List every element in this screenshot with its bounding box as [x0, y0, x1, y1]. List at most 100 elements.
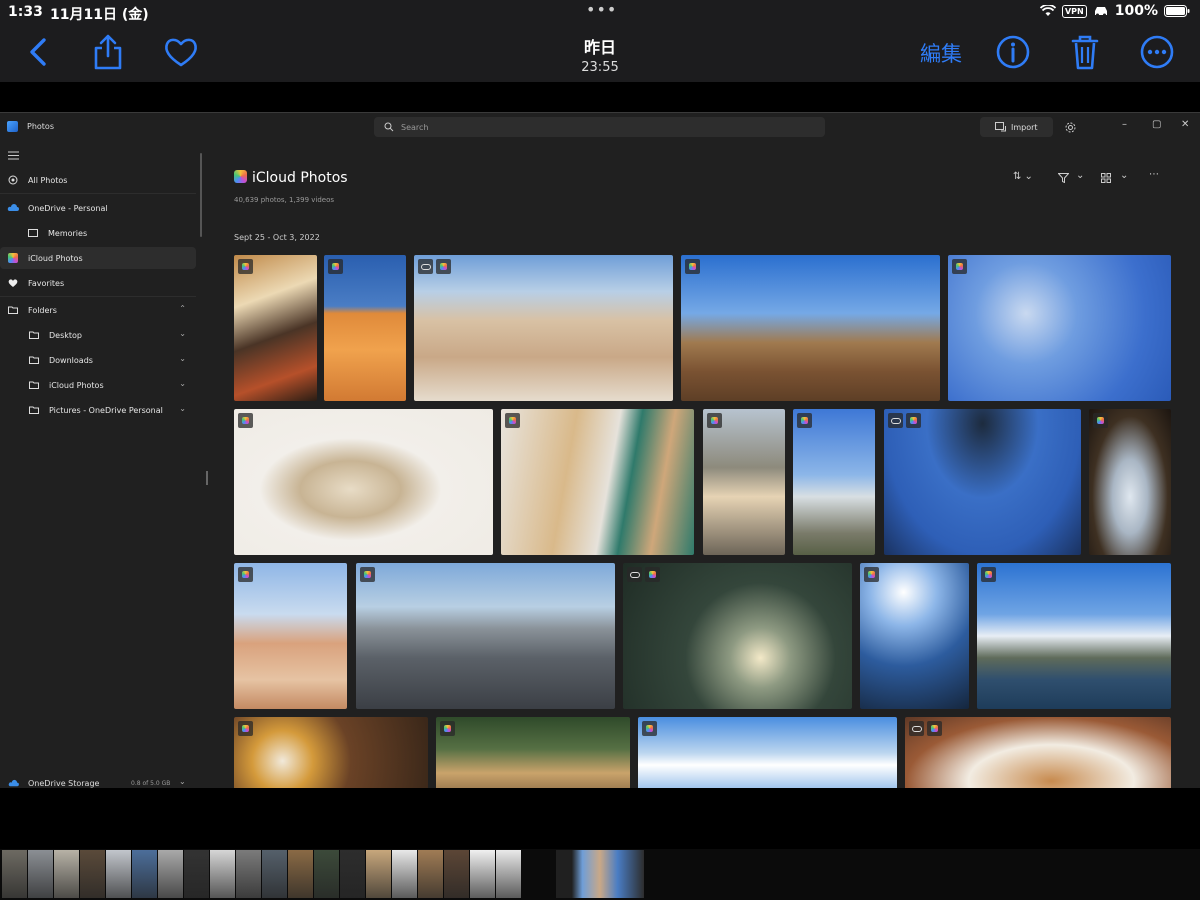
sidebar-item-onedrive[interactable]: OneDrive - Personal — [0, 197, 196, 219]
edit-button[interactable]: 編集 — [920, 38, 962, 68]
icloud-badge-icon — [440, 721, 455, 736]
photo-thumbnail[interactable] — [638, 717, 897, 789]
wifi-icon — [1039, 5, 1056, 16]
chevron-down-icon[interactable]: ⌄ — [179, 379, 186, 388]
icloud-photos-icon — [234, 170, 247, 183]
scrubber-thumbnail[interactable] — [444, 850, 469, 898]
scrubber-thumbnail[interactable] — [262, 850, 287, 898]
icloud-photos-icon — [8, 253, 18, 263]
sidebar-item-downloads[interactable]: Downloads ⌄ — [0, 349, 196, 371]
battery-icon — [1164, 5, 1190, 17]
more-options-icon[interactable]: ⋯ — [1149, 169, 1159, 180]
sort-icon[interactable]: ⇅ ⌄ — [1013, 171, 1033, 182]
scrubber-thumbnail[interactable] — [340, 850, 365, 898]
scrubber-thumbnail[interactable] — [392, 850, 417, 898]
status-bar: 1:33 11月11日 (金) ••• VPN 100% — [0, 0, 1200, 24]
chevron-down-icon[interactable]: ⌄ — [179, 354, 186, 363]
scrubber-thumbnail[interactable] — [2, 850, 27, 898]
scrubber-thumbnail[interactable] — [54, 850, 79, 898]
import-button[interactable]: Import — [980, 117, 1053, 137]
icloud-badge-icon — [238, 413, 253, 428]
sidebar-item-icloud-folder[interactable]: iCloud Photos ⌄ — [0, 374, 196, 396]
onedrive-cloud-icon — [8, 779, 19, 787]
chevron-down-icon[interactable]: ⌄ — [179, 329, 186, 338]
photo-thumbnail[interactable] — [793, 409, 875, 555]
scrubber-thumbnail[interactable] — [80, 850, 105, 898]
scrubber-thumbnail[interactable] — [288, 850, 313, 898]
folder-icon — [29, 381, 39, 389]
filter-icon[interactable] — [1058, 173, 1069, 183]
sidebar-item-icloud-photos[interactable]: iCloud Photos — [0, 247, 196, 269]
scrubber-thumbnail[interactable] — [158, 850, 183, 898]
settings-gear-icon[interactable] — [1065, 122, 1076, 133]
scrubber-thumbnail[interactable] — [366, 850, 391, 898]
scrubber-thumbnail[interactable] — [470, 850, 495, 898]
sidebar-item-memories[interactable]: Memories — [0, 222, 196, 244]
share-icon[interactable] — [88, 34, 128, 70]
photo-thumbnail[interactable] — [860, 563, 969, 709]
title-date: 昨日 — [583, 38, 616, 57]
chevron-up-icon[interactable]: ⌃ — [179, 304, 186, 313]
photo-thumbnail[interactable] — [234, 409, 493, 555]
photo-thumbnail[interactable] — [884, 409, 1081, 555]
delete-trash-icon[interactable] — [1065, 34, 1105, 70]
search-icon — [384, 122, 394, 132]
photo-thumbnail[interactable] — [948, 255, 1171, 401]
search-box[interactable]: Search — [374, 117, 825, 137]
photo-thumbnail[interactable] — [977, 563, 1171, 709]
scrubber-thumbnail[interactable] — [106, 850, 131, 898]
photo-thumbnail[interactable] — [436, 717, 630, 789]
scrubber-thumbnail[interactable] — [418, 850, 443, 898]
chevron-down-icon[interactable]: ⌄ — [179, 404, 186, 413]
chevron-down-icon[interactable]: ⌄ — [1120, 170, 1128, 181]
car-icon — [1094, 7, 1107, 17]
photo-thumbnail[interactable] — [623, 563, 852, 709]
photo-thumbnail[interactable] — [703, 409, 785, 555]
sidebar-item-pictures[interactable]: Pictures - OneDrive Personal ⌄ — [0, 399, 196, 421]
scrubber-thumbnail[interactable] — [314, 850, 339, 898]
sidebar-item-desktop[interactable]: Desktop ⌄ — [0, 324, 196, 346]
scrubber-thumbnail[interactable] — [496, 850, 521, 898]
photo-thumbnail[interactable] — [234, 717, 428, 789]
onedrive-cloud-icon — [7, 204, 19, 211]
scrubber-current-thumbnail[interactable] — [556, 850, 644, 898]
scrubber-thumbnail[interactable] — [210, 850, 235, 898]
photo-thumbnail[interactable] — [414, 255, 673, 401]
minimize-icon[interactable]: – — [1122, 119, 1127, 130]
favorite-heart-icon[interactable] — [161, 34, 201, 70]
photo-thumbnail[interactable] — [234, 563, 347, 709]
back-chevron-icon[interactable] — [22, 34, 62, 70]
icloud-badge-icon — [981, 567, 996, 582]
photo-thumbnail[interactable] — [501, 409, 694, 555]
multitasking-dots-icon[interactable]: ••• — [586, 0, 617, 19]
chevron-down-icon[interactable]: ⌄ — [1076, 170, 1084, 181]
close-icon[interactable]: ✕ — [1181, 119, 1189, 130]
sidebar-item-folders[interactable]: Folders ⌃ — [0, 299, 196, 321]
photo-thumbnail[interactable] — [234, 255, 317, 401]
sidebar-item-label: All Photos — [28, 176, 68, 185]
maximize-icon[interactable]: ▢ — [1152, 119, 1161, 130]
scrubber-thumbnail[interactable] — [132, 850, 157, 898]
hamburger-menu-icon[interactable] — [8, 151, 19, 160]
photo-thumbnail[interactable] — [324, 255, 406, 401]
view-options-icon[interactable] — [1101, 173, 1111, 183]
scrubber-thumbnail[interactable] — [28, 850, 53, 898]
icloud-badge-icon — [1093, 413, 1108, 428]
photo-thumbnail[interactable] — [681, 255, 940, 401]
photo-thumbnail[interactable] — [905, 717, 1171, 789]
sidebar-item-favorites[interactable]: Favorites — [0, 272, 196, 294]
info-icon[interactable] — [993, 34, 1033, 70]
icloud-badge-icon — [360, 567, 375, 582]
chevron-down-icon[interactable]: ⌄ — [179, 777, 186, 786]
scrubber-thumbnail[interactable] — [236, 850, 261, 898]
folder-icon — [29, 406, 39, 414]
sidebar-scrollbar[interactable] — [200, 153, 202, 237]
thumbnail-scrubber[interactable] — [0, 849, 1200, 900]
more-ellipsis-icon[interactable] — [1137, 34, 1177, 70]
photo-thumbnail[interactable] — [1089, 409, 1171, 555]
scrubber-thumbnail[interactable] — [184, 850, 209, 898]
sidebar-item-all-photos[interactable]: All Photos — [0, 169, 196, 191]
photo-thumbnail[interactable] — [356, 563, 615, 709]
icloud-badge-icon — [505, 413, 520, 428]
pane-resize-handle[interactable] — [206, 471, 208, 485]
